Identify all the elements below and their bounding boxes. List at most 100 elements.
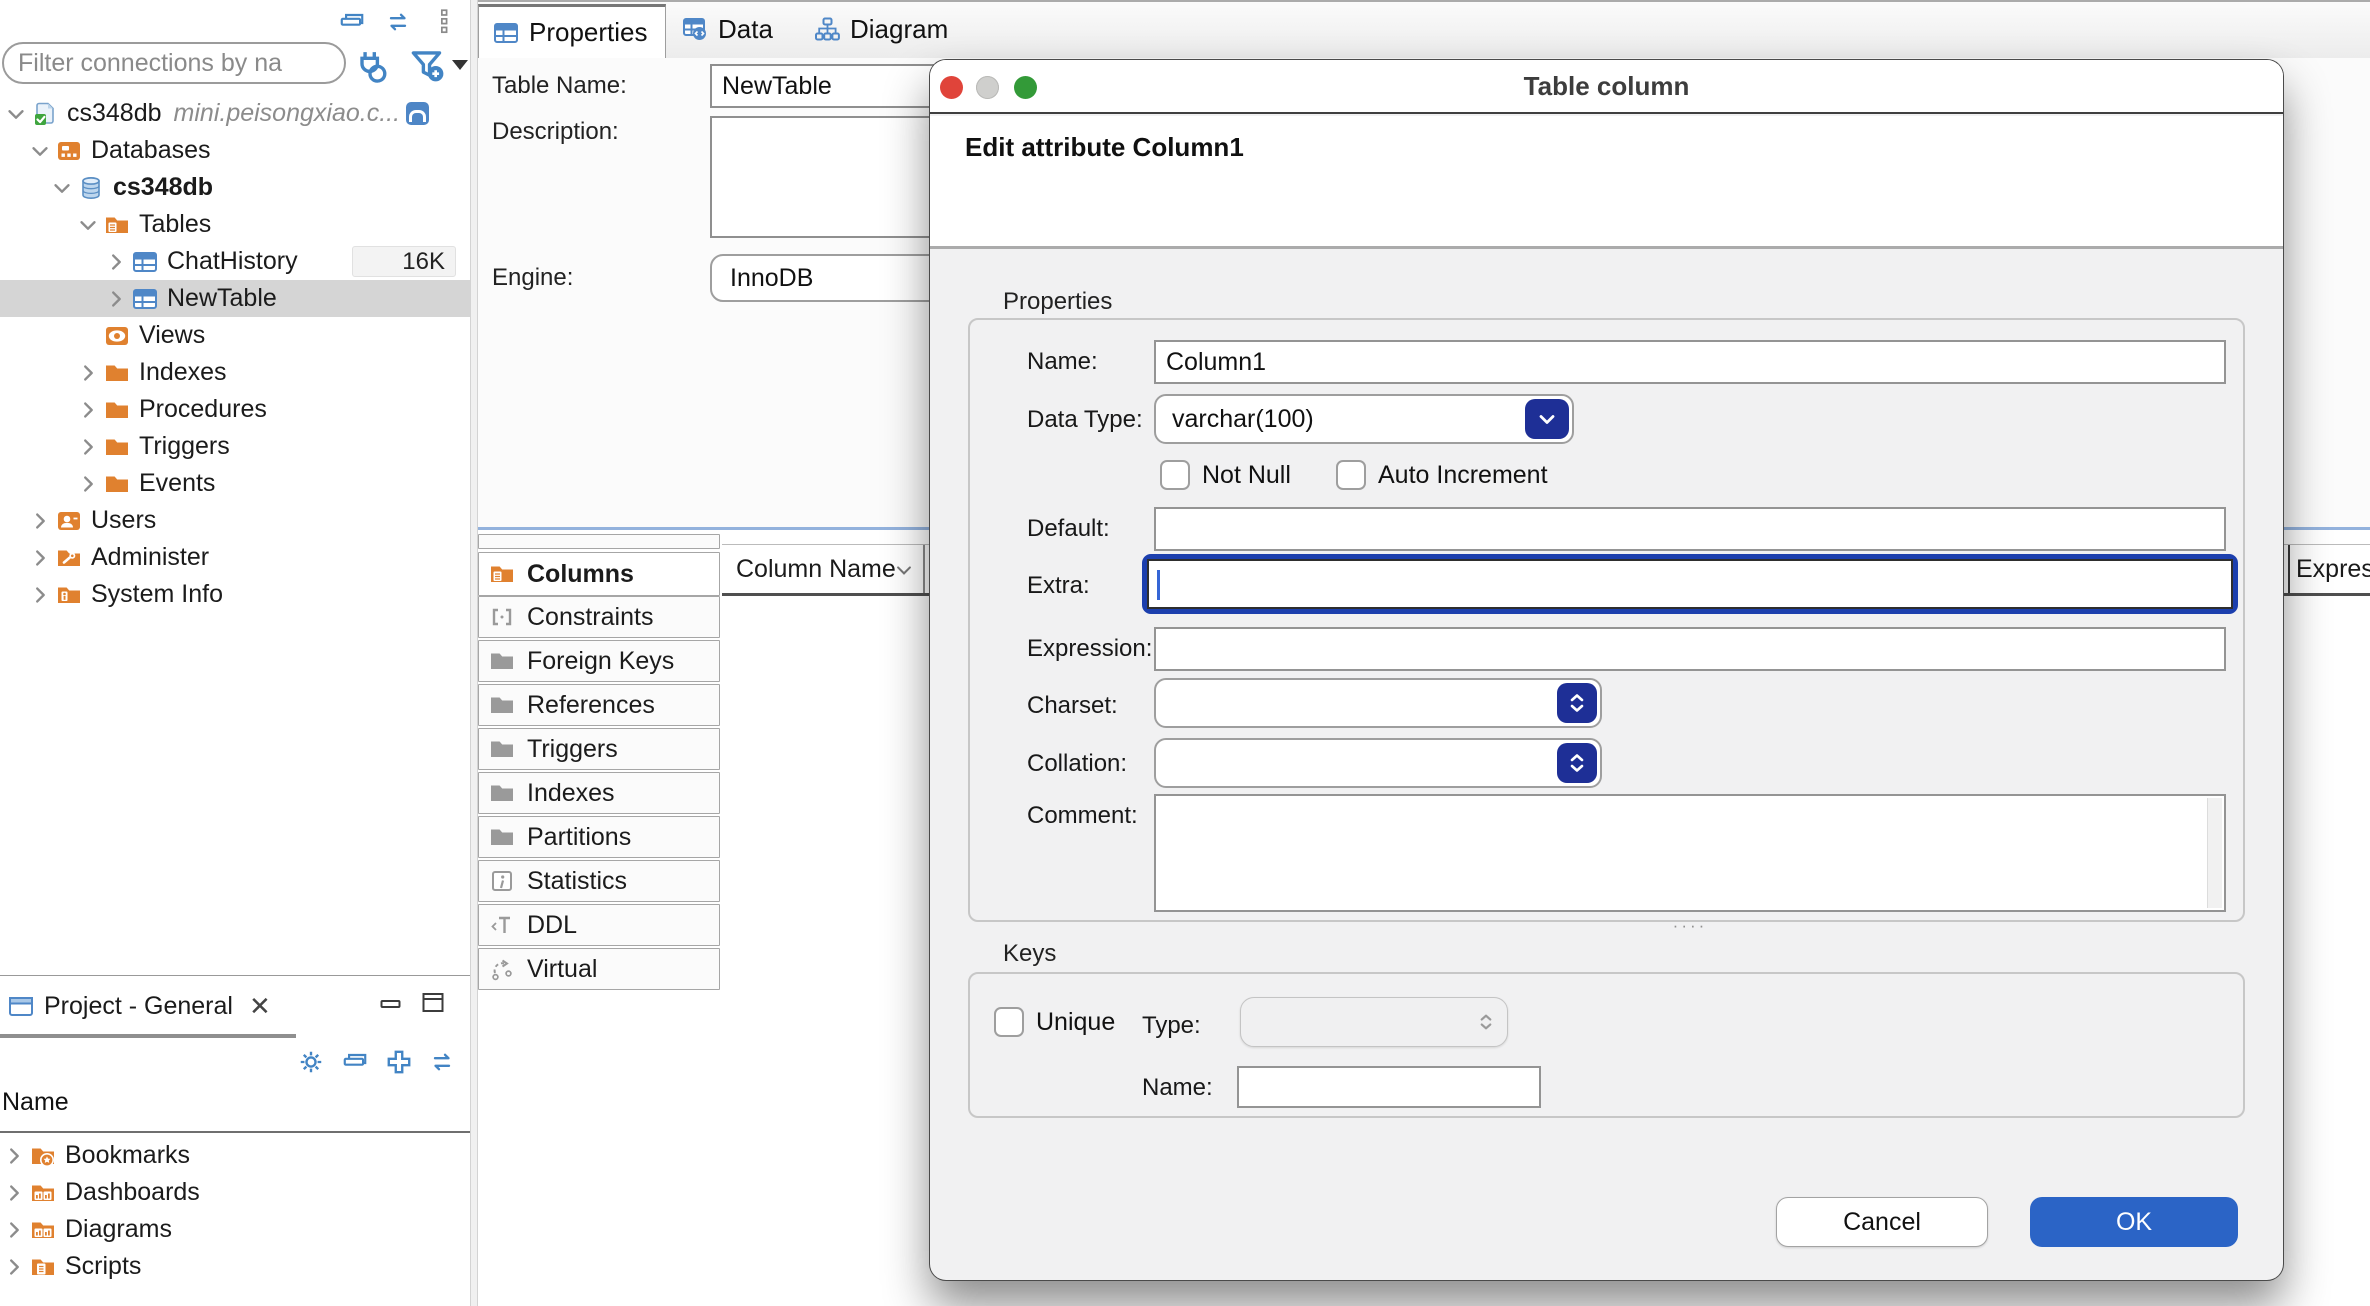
tab-diagram[interactable]: Diagram bbox=[800, 0, 950, 58]
chevron-down-icon[interactable] bbox=[28, 139, 52, 163]
stepper-icon[interactable] bbox=[1557, 683, 1597, 723]
not-null-checkbox[interactable] bbox=[1160, 460, 1190, 490]
side-tab-ddl[interactable]: DDL bbox=[478, 904, 720, 946]
funnel-dropdown-caret-icon[interactable] bbox=[452, 60, 468, 70]
minimize-icon[interactable] bbox=[378, 992, 404, 1018]
ok-button[interactable]: OK bbox=[2030, 1197, 2238, 1247]
project-item-diagrams[interactable]: Diagrams bbox=[0, 1211, 470, 1248]
chevron-right-icon[interactable] bbox=[76, 398, 100, 422]
unique-checkbox[interactable] bbox=[994, 1007, 1024, 1037]
home-badge-icon bbox=[406, 102, 429, 125]
collapse-all-icon[interactable] bbox=[338, 8, 366, 36]
tree-item-views[interactable]: Views bbox=[0, 317, 470, 354]
column-name-header-cell[interactable]: Column Name bbox=[722, 545, 925, 593]
tree-item-cs348db[interactable]: cs348db bbox=[0, 169, 470, 206]
side-tab-label: References bbox=[527, 691, 655, 720]
chevron-right-icon[interactable] bbox=[2, 1181, 26, 1205]
gear-icon[interactable] bbox=[297, 1048, 325, 1076]
side-tab-indexes[interactable]: Indexes bbox=[478, 772, 720, 814]
chevron-right-icon[interactable] bbox=[104, 250, 128, 274]
stepper-icon[interactable] bbox=[1557, 743, 1597, 783]
side-tab-stub bbox=[478, 534, 720, 549]
key-name-input[interactable] bbox=[1237, 1066, 1541, 1108]
tree-item-procedures[interactable]: Procedures bbox=[0, 391, 470, 428]
filter-connections-input[interactable] bbox=[2, 42, 346, 84]
dialog-titlebar[interactable]: Table column bbox=[930, 60, 2283, 114]
expression-input[interactable] bbox=[1154, 627, 2226, 671]
project-name-column-header[interactable]: Name bbox=[2, 1088, 69, 1117]
chevron-down-icon[interactable] bbox=[893, 559, 915, 581]
tree-item-cs348db[interactable]: cs348dbmini.peisongxiao.c... bbox=[0, 95, 470, 132]
resize-grip-dots[interactable]: ···· bbox=[1154, 916, 2226, 936]
project-item-scripts[interactable]: Scripts bbox=[0, 1248, 470, 1285]
chevron-right-icon[interactable] bbox=[28, 583, 52, 607]
collation-combo[interactable] bbox=[1154, 738, 1602, 788]
expression-header-cell[interactable]: Expression bbox=[2296, 545, 2370, 593]
maximize-icon[interactable] bbox=[420, 990, 446, 1016]
comment-textarea[interactable] bbox=[1154, 794, 2226, 912]
chevron-spacer bbox=[76, 324, 100, 348]
project-item-label: Dashboards bbox=[65, 1178, 200, 1207]
side-tab-columns[interactable]: Columns bbox=[478, 552, 720, 596]
tree-item-databases[interactable]: Databases bbox=[0, 132, 470, 169]
auto-increment-checkbox[interactable] bbox=[1336, 460, 1366, 490]
charset-combo[interactable] bbox=[1154, 678, 1602, 728]
menu-dots-icon[interactable] bbox=[430, 7, 458, 35]
tree-item-label: cs348db bbox=[67, 99, 162, 128]
data-type-label: Data Type: bbox=[1027, 406, 1143, 434]
tree-item-system-info[interactable]: System Info bbox=[0, 576, 470, 613]
side-tab-triggers[interactable]: Triggers bbox=[478, 728, 720, 770]
data-type-combo[interactable]: varchar(100) bbox=[1154, 394, 1574, 444]
link-with-editor-icon[interactable] bbox=[428, 1048, 456, 1076]
side-tab-partitions[interactable]: Partitions bbox=[478, 816, 720, 858]
chevron-down-icon[interactable] bbox=[50, 176, 74, 200]
tree-item-label: System Info bbox=[91, 580, 223, 609]
chevron-right-icon[interactable] bbox=[104, 287, 128, 311]
tree-item-newtable[interactable]: NewTable bbox=[0, 280, 470, 317]
tab-project-general[interactable]: Project - General ✕ bbox=[0, 980, 271, 1032]
cancel-button[interactable]: Cancel bbox=[1776, 1197, 1988, 1247]
project-item-bookmarks[interactable]: Bookmarks bbox=[0, 1137, 470, 1174]
tree-item-administer[interactable]: Administer bbox=[0, 539, 470, 576]
tree-item-events[interactable]: Events bbox=[0, 465, 470, 502]
filter-funnel-icon[interactable] bbox=[408, 46, 448, 86]
scrollbar-track[interactable] bbox=[2207, 798, 2222, 908]
expand-all-icon[interactable] bbox=[385, 1048, 413, 1076]
chevron-right-icon[interactable] bbox=[76, 435, 100, 459]
chevron-right-icon[interactable] bbox=[28, 509, 52, 533]
collapse-all-icon[interactable] bbox=[341, 1048, 369, 1076]
chevron-right-icon[interactable] bbox=[76, 472, 100, 496]
project-item-dashboards[interactable]: Dashboards bbox=[0, 1174, 470, 1211]
tree-item-users[interactable]: Users bbox=[0, 502, 470, 539]
side-tab-foreign-keys[interactable]: Foreign Keys bbox=[478, 640, 720, 682]
chevron-down-icon[interactable] bbox=[76, 213, 100, 237]
tree-item-triggers[interactable]: Triggers bbox=[0, 428, 470, 465]
column-name-input[interactable] bbox=[1154, 340, 2226, 384]
tree-item-tables[interactable]: Tables bbox=[0, 206, 470, 243]
tree-item-label: Triggers bbox=[139, 432, 230, 461]
column-divider[interactable] bbox=[2288, 545, 2290, 593]
chevron-down-icon[interactable] bbox=[1525, 399, 1569, 439]
side-tab-virtual[interactable]: Virtual bbox=[478, 948, 720, 990]
default-input[interactable] bbox=[1154, 507, 2226, 551]
side-tab-statistics[interactable]: Statistics bbox=[478, 860, 720, 902]
tree-item-indexes[interactable]: Indexes bbox=[0, 354, 470, 391]
side-tab-references[interactable]: References bbox=[478, 684, 720, 726]
tree-item-label: Tables bbox=[139, 210, 211, 239]
chevron-down-icon[interactable] bbox=[4, 102, 28, 126]
link-with-editor-icon[interactable] bbox=[384, 8, 412, 36]
chevron-right-icon[interactable] bbox=[76, 361, 100, 385]
chevron-right-icon[interactable] bbox=[2, 1218, 26, 1242]
chevron-right-icon[interactable] bbox=[28, 546, 52, 570]
panel-splitter[interactable] bbox=[470, 0, 478, 1306]
tab-data[interactable]: Data bbox=[668, 0, 790, 58]
chevron-right-icon[interactable] bbox=[2, 1255, 26, 1279]
tree-item-chathistory[interactable]: ChatHistory16K bbox=[0, 243, 470, 280]
chevron-right-icon[interactable] bbox=[2, 1144, 26, 1168]
tab-properties[interactable]: Properties bbox=[478, 4, 666, 58]
extra-input-focused[interactable] bbox=[1142, 554, 2238, 614]
close-icon[interactable]: ✕ bbox=[249, 991, 271, 1022]
plug-icon[interactable] bbox=[352, 46, 392, 86]
side-tab-constraints[interactable]: Constraints bbox=[478, 596, 720, 638]
not-null-label: Not Null bbox=[1202, 461, 1291, 490]
